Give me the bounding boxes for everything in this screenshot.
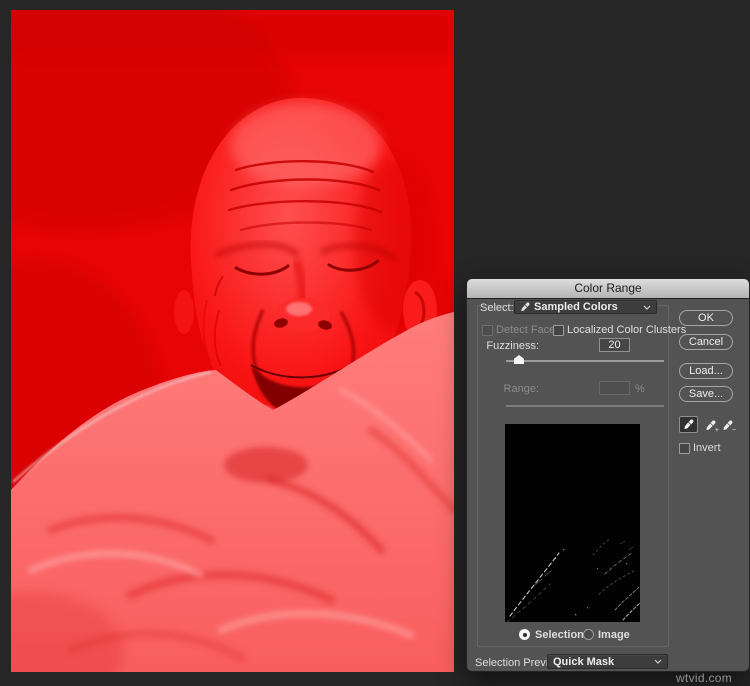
- eyedropper-subtract-suffix: −: [731, 427, 736, 434]
- fuzziness-input[interactable]: 20: [599, 338, 630, 352]
- save-button[interactable]: Save...: [679, 386, 733, 402]
- watermark-text: wtvid.com: [676, 671, 733, 685]
- eyedropper-subtract-button[interactable]: −: [720, 418, 736, 434]
- fuzziness-slider-track[interactable]: [506, 360, 664, 362]
- selection-mask-preview[interactable]: [505, 424, 641, 623]
- detect-faces-label: Detect Faces: [496, 324, 561, 336]
- selection-radio[interactable]: [519, 629, 530, 640]
- eyedropper-add-button[interactable]: +: [703, 418, 719, 434]
- cancel-button[interactable]: Cancel: [679, 334, 733, 350]
- chevron-down-icon: [643, 305, 651, 310]
- range-unit-label: %: [635, 383, 645, 395]
- dialog-title: Color Range: [574, 281, 642, 295]
- dialog-titlebar[interactable]: Color Range: [467, 279, 749, 299]
- range-input: [599, 381, 630, 395]
- mask-preview-illustration: [505, 424, 641, 623]
- invert-checkbox[interactable]: [679, 443, 690, 454]
- select-label: Select:: [480, 302, 514, 314]
- localized-color-clusters-label: Localized Color Clusters: [567, 324, 687, 336]
- load-button[interactable]: Load...: [679, 363, 733, 379]
- eyedropper-sample-button[interactable]: [679, 416, 698, 433]
- selection-preview-value: Quick Mask: [553, 655, 615, 668]
- detect-faces-checkbox: [482, 325, 493, 336]
- document-canvas-quick-mask-photo[interactable]: [11, 10, 454, 672]
- invert-label: Invert: [693, 442, 721, 454]
- image-radio-label[interactable]: Image: [598, 629, 630, 642]
- selection-preview-dropdown[interactable]: Quick Mask: [547, 654, 668, 669]
- eyedropper-add-suffix: +: [714, 427, 719, 434]
- masked-photo-illustration: [11, 10, 454, 672]
- range-label: Range:: [503, 383, 539, 395]
- image-radio[interactable]: [583, 629, 594, 640]
- localized-color-clusters-checkbox[interactable]: [553, 325, 564, 336]
- eyedropper-plus-icon: [705, 420, 716, 431]
- select-dropdown-value: Sampled Colors: [534, 301, 618, 313]
- selection-radio-label[interactable]: Selection: [535, 629, 584, 642]
- ok-button[interactable]: OK: [679, 310, 733, 326]
- chevron-down-icon: [654, 659, 662, 664]
- fuzziness-label: Fuzziness:: [486, 340, 539, 352]
- select-dropdown[interactable]: Sampled Colors: [514, 300, 657, 314]
- eyedropper-icon: [520, 302, 530, 312]
- eyedropper-minus-icon: [722, 420, 733, 431]
- range-slider-track: [506, 405, 664, 407]
- eyedropper-icon: [683, 419, 694, 430]
- color-range-dialog: Color Range Select: Sampled Colors Detec…: [466, 278, 750, 672]
